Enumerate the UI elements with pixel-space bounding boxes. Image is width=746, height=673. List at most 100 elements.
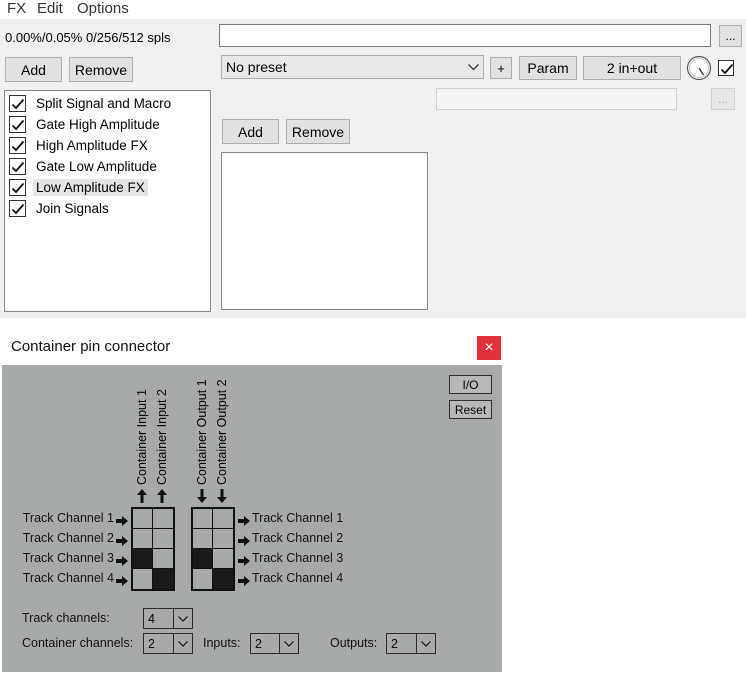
pin-cell[interactable]: [193, 529, 213, 549]
fx-item-label: High Amplitude FX: [36, 137, 148, 153]
browse-disabled-button: ...: [711, 88, 735, 110]
pin-cell-connected[interactable]: [213, 569, 233, 589]
fx-item-label: Split Signal and Macro: [36, 95, 172, 111]
fx-chain-window: FX Edit Options 0.00%/0.05% 0/256/512 sp…: [0, 0, 746, 318]
pin-cell[interactable]: [153, 509, 173, 529]
chevron-down-icon: [416, 634, 435, 653]
left-track-channel-label: Track Channel 4: [22, 571, 114, 585]
outputs-select[interactable]: 2: [386, 633, 436, 654]
fx-enable-checkbox[interactable]: [9, 115, 26, 133]
inputs-label: Inputs:: [203, 636, 241, 650]
input-pin-grid[interactable]: [131, 507, 175, 591]
pin-cell[interactable]: [193, 509, 213, 529]
output-pin-grid[interactable]: [191, 507, 235, 591]
check-icon: [11, 98, 25, 109]
pin-cell[interactable]: [213, 509, 233, 529]
container-channels-value: 2: [148, 636, 155, 651]
browse-button[interactable]: ...: [719, 25, 742, 47]
right-track-channel-label: Track Channel 3: [252, 551, 344, 565]
fx-enable-checkbox[interactable]: [9, 94, 26, 112]
arrow-right-icon: [238, 534, 250, 549]
pin-cell-connected[interactable]: [133, 549, 153, 569]
outputs-label: Outputs:: [330, 636, 378, 650]
inner-add-button[interactable]: Add: [222, 119, 279, 144]
outputs-value: 2: [391, 636, 398, 651]
fx-list-item[interactable]: Low Amplitude FX: [9, 177, 148, 197]
check-icon: [11, 140, 25, 151]
menu-fx[interactable]: FX: [7, 0, 26, 18]
preset-select[interactable]: No preset: [221, 55, 484, 79]
chevron-down-icon: [173, 634, 192, 653]
fx-list-item[interactable]: Join Signals: [9, 198, 112, 218]
fx-name-field[interactable]: [219, 24, 711, 47]
pin-cell[interactable]: [133, 509, 153, 529]
inner-remove-button[interactable]: Remove: [286, 119, 350, 144]
io-button[interactable]: I/O: [449, 375, 492, 394]
check-icon: [720, 63, 734, 75]
check-icon: [11, 161, 25, 172]
inputs-value: 2: [255, 636, 262, 651]
fx-list-item[interactable]: Split Signal and Macro: [9, 93, 174, 113]
pin-cell[interactable]: [133, 529, 153, 549]
left-track-channel-label: Track Channel 3: [22, 551, 114, 565]
inputs-select[interactable]: 2: [250, 633, 299, 654]
arrow-down-icon: [196, 489, 208, 506]
right-track-channel-label: Track Channel 4: [252, 571, 344, 585]
container-input-1-label: Container Input 1: [135, 389, 149, 485]
close-icon: ×: [484, 339, 494, 356]
knob-icon[interactable]: [686, 55, 712, 84]
fx-enable-checkbox[interactable]: [9, 178, 26, 196]
pin-cell[interactable]: [213, 529, 233, 549]
menu-edit[interactable]: Edit: [37, 0, 63, 18]
add-fx-button[interactable]: Add: [5, 57, 62, 82]
arrow-right-icon: [238, 574, 250, 589]
pin-cell[interactable]: [193, 569, 213, 589]
menu-options[interactable]: Options: [77, 0, 129, 18]
pin-cell-connected[interactable]: [153, 569, 173, 589]
arrow-up-icon: [156, 489, 168, 506]
add-preset-button[interactable]: +: [490, 57, 512, 79]
remove-fx-button[interactable]: Remove: [69, 57, 133, 82]
fx-list-item[interactable]: High Amplitude FX: [9, 135, 151, 155]
fx-enable-checkbox[interactable]: [9, 199, 26, 217]
menu-bar: FX Edit Options: [0, 0, 746, 19]
container-channels-select[interactable]: 2: [143, 633, 193, 654]
check-icon: [11, 203, 25, 214]
arrow-right-icon: [116, 554, 128, 569]
container-output-1-label: Container Output 1: [195, 379, 209, 485]
reset-button[interactable]: Reset: [449, 400, 492, 419]
chevron-down-icon: [463, 63, 483, 71]
arrow-up-icon: [136, 489, 148, 506]
fx-item-label: Low Amplitude FX: [33, 178, 148, 196]
fx-list-item[interactable]: Gate Low Amplitude: [9, 156, 160, 176]
preset-value: No preset: [226, 59, 287, 75]
pin-connector-body: I/O Reset Container Input 1 Container In…: [2, 365, 502, 672]
pin-window-title: Container pin connector: [11, 338, 171, 355]
track-channels-value: 4: [148, 611, 155, 626]
check-icon: [11, 119, 25, 130]
fx-item-label: Gate Low Amplitude: [36, 158, 157, 174]
inner-fx-list[interactable]: [221, 152, 428, 310]
param-button[interactable]: Param: [519, 56, 577, 80]
container-output-2-label: Container Output 2: [215, 379, 229, 485]
pin-cell-connected[interactable]: [193, 549, 213, 569]
fx-enable-checkbox[interactable]: [9, 157, 26, 175]
arrow-right-icon: [116, 534, 128, 549]
left-track-channel-label: Track Channel 2: [22, 531, 114, 545]
pin-cell[interactable]: [133, 569, 153, 589]
pin-cell[interactable]: [153, 529, 173, 549]
chevron-down-icon: [173, 609, 192, 628]
check-icon: [11, 182, 25, 193]
pin-cell[interactable]: [153, 549, 173, 569]
io-routing-button[interactable]: 2 in+out: [583, 56, 681, 80]
track-channels-select[interactable]: 4: [143, 608, 193, 629]
fx-list-item[interactable]: Gate High Amplitude: [9, 114, 163, 134]
bypass-checkbox[interactable]: [718, 60, 734, 76]
fx-list[interactable]: Split Signal and Macro Gate High Amplitud…: [4, 90, 211, 312]
pin-connector-window: Container pin connector × I/O Reset Cont…: [0, 328, 504, 673]
close-button[interactable]: ×: [477, 336, 501, 360]
pin-cell[interactable]: [213, 549, 233, 569]
fx-enable-checkbox[interactable]: [9, 136, 26, 154]
right-track-channel-label: Track Channel 1: [252, 511, 344, 525]
parameter-field: [436, 88, 677, 110]
